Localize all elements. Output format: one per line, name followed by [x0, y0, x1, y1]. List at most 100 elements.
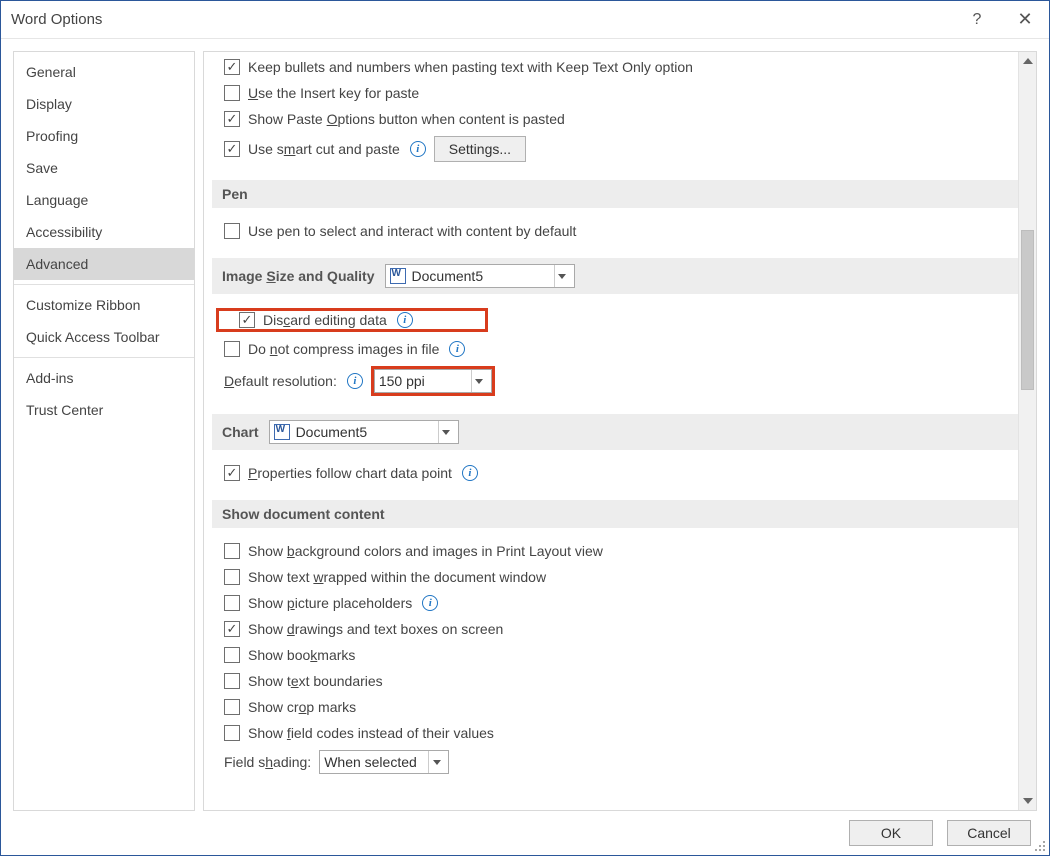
checkbox-discard-editing-data[interactable] — [239, 312, 255, 328]
checkbox-icon[interactable] — [224, 569, 240, 585]
section-header-chart: Chart Document5 — [212, 414, 1018, 450]
chart-document-combo[interactable]: Document5 — [269, 420, 459, 444]
checkbox-icon[interactable] — [224, 595, 240, 611]
checkbox-show-picture-placeholders[interactable]: Show picture placeholders i — [212, 590, 1018, 616]
sidebar-item-quick-access-toolbar[interactable]: Quick Access Toolbar — [14, 321, 194, 353]
field-shading-label: Field shading: — [224, 754, 311, 770]
sidebar-item-trust-center[interactable]: Trust Center — [14, 394, 194, 426]
image-size-document-combo[interactable]: Document5 — [385, 264, 575, 288]
sidebar-item-save[interactable]: Save — [14, 152, 194, 184]
section-header-show-document-content: Show document content — [212, 500, 1018, 528]
checkbox-label: Show crop marks — [248, 699, 356, 715]
combo-value: 150 ppi — [379, 373, 425, 389]
info-icon[interactable]: i — [397, 312, 413, 328]
section-header-image-size: Image Size and Quality Document5 — [212, 258, 1018, 294]
checkbox-label: Use the Insert key for paste — [248, 85, 419, 101]
sidebar-separator — [14, 357, 194, 358]
info-icon[interactable]: i — [422, 595, 438, 611]
combo-value: Document5 — [296, 424, 368, 440]
word-options-dialog: Word Options ? ✕ General Display Proofin… — [0, 0, 1050, 856]
checkbox-show-drawings[interactable]: Show drawings and text boxes on screen — [212, 616, 1018, 642]
document-icon — [274, 424, 290, 440]
checkbox-show-text-boundaries[interactable]: Show text boundaries — [212, 668, 1018, 694]
checkbox-label: Use smart cut and paste — [248, 141, 400, 157]
checkbox-use-pen[interactable]: Use pen to select and interact with cont… — [212, 218, 1018, 244]
checkbox-icon[interactable] — [224, 699, 240, 715]
checkbox-keep-bullets[interactable]: Keep bullets and numbers when pasting te… — [212, 54, 1018, 80]
combo-value: Document5 — [412, 268, 484, 284]
close-button[interactable]: ✕ — [1001, 1, 1049, 39]
info-icon[interactable]: i — [449, 341, 465, 357]
sidebar-item-add-ins[interactable]: Add-ins — [14, 362, 194, 394]
scroll-up-button[interactable] — [1019, 52, 1037, 70]
dialog-footer: OK Cancel — [1, 811, 1049, 855]
sidebar-item-general[interactable]: General — [14, 56, 194, 88]
checkbox-label: Show Paste Options button when content i… — [248, 111, 565, 127]
checkbox-smart-cut-paste[interactable]: Use smart cut and paste i Settings... — [212, 132, 1018, 166]
checkbox-label: Discard editing data — [263, 312, 387, 328]
checkbox-label: Show field codes instead of their values — [248, 725, 494, 741]
resize-grip[interactable] — [1034, 840, 1046, 852]
help-button[interactable]: ? — [953, 1, 1001, 39]
chevron-down-icon — [428, 751, 444, 773]
default-resolution-label: Default resolution: — [224, 373, 337, 389]
checkbox-label: Properties follow chart data point — [248, 465, 452, 481]
checkbox-icon[interactable] — [224, 725, 240, 741]
vertical-scrollbar[interactable] — [1018, 52, 1036, 810]
chevron-down-icon — [471, 370, 487, 392]
checkbox-do-not-compress[interactable]: Do not compress images in file i — [212, 336, 1018, 362]
checkbox-label: Use pen to select and interact with cont… — [248, 223, 576, 239]
checkbox-icon[interactable] — [224, 647, 240, 663]
scroll-track[interactable] — [1019, 70, 1036, 792]
checkbox-show-crop-marks[interactable]: Show crop marks — [212, 694, 1018, 720]
checkbox-icon[interactable] — [224, 543, 240, 559]
sidebar-item-advanced[interactable]: Advanced — [14, 248, 194, 280]
checkbox-icon[interactable] — [224, 673, 240, 689]
checkbox-show-text-wrapped[interactable]: Show text wrapped within the document wi… — [212, 564, 1018, 590]
checkbox-label: Show bookmarks — [248, 647, 355, 663]
section-header-pen: Pen — [212, 180, 1018, 208]
highlight-discard-editing: Discard editing data i — [216, 308, 488, 332]
checkbox-label: Show text boundaries — [248, 673, 383, 689]
checkbox-properties-follow-chart[interactable]: Properties follow chart data point i — [212, 460, 1018, 486]
checkbox-icon[interactable] — [224, 85, 240, 101]
checkbox-show-paste-options[interactable]: Show Paste Options button when content i… — [212, 106, 1018, 132]
section-title: Image Size and Quality — [222, 268, 375, 284]
info-icon[interactable]: i — [410, 141, 426, 157]
cancel-button[interactable]: Cancel — [947, 820, 1031, 846]
checkbox-show-bookmarks[interactable]: Show bookmarks — [212, 642, 1018, 668]
content-panel: Keep bullets and numbers when pasting te… — [203, 51, 1037, 811]
checkbox-use-insert-key[interactable]: Use the Insert key for paste — [212, 80, 1018, 106]
section-title: Chart — [222, 424, 259, 440]
scroll-down-button[interactable] — [1019, 792, 1037, 810]
checkbox-icon[interactable] — [224, 621, 240, 637]
category-sidebar: General Display Proofing Save Language A… — [13, 51, 195, 811]
checkbox-icon[interactable] — [224, 223, 240, 239]
checkbox-icon[interactable] — [224, 341, 240, 357]
sidebar-separator — [14, 284, 194, 285]
checkbox-show-bg-colors[interactable]: Show background colors and images in Pri… — [212, 538, 1018, 564]
checkbox-icon[interactable] — [224, 141, 240, 157]
info-icon[interactable]: i — [462, 465, 478, 481]
sidebar-item-customize-ribbon[interactable]: Customize Ribbon — [14, 289, 194, 321]
checkbox-label: Show picture placeholders — [248, 595, 412, 611]
settings-button[interactable]: Settings... — [434, 136, 526, 162]
checkbox-icon[interactable] — [224, 59, 240, 75]
sidebar-item-display[interactable]: Display — [14, 88, 194, 120]
default-resolution-combo[interactable]: 150 ppi — [374, 369, 492, 393]
checkbox-icon[interactable] — [224, 465, 240, 481]
checkbox-show-field-codes[interactable]: Show field codes instead of their values — [212, 720, 1018, 746]
ok-button[interactable]: OK — [849, 820, 933, 846]
info-icon[interactable]: i — [347, 373, 363, 389]
sidebar-item-language[interactable]: Language — [14, 184, 194, 216]
chevron-down-icon — [438, 421, 454, 443]
sidebar-item-accessibility[interactable]: Accessibility — [14, 216, 194, 248]
checkbox-icon[interactable] — [224, 111, 240, 127]
highlight-default-resolution: 150 ppi — [371, 366, 495, 396]
field-shading-combo[interactable]: When selected — [319, 750, 449, 774]
chevron-down-icon — [554, 265, 570, 287]
document-icon — [390, 268, 406, 284]
scroll-thumb[interactable] — [1021, 230, 1034, 390]
sidebar-item-proofing[interactable]: Proofing — [14, 120, 194, 152]
checkbox-label: Show text wrapped within the document wi… — [248, 569, 546, 585]
